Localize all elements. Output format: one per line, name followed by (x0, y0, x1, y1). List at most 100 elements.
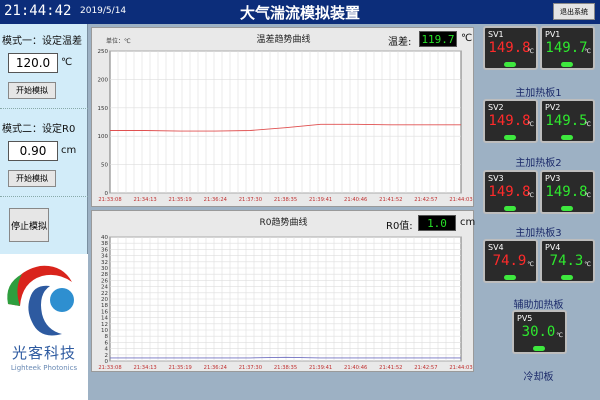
y-tick-label: 16 (101, 309, 108, 315)
x-tick-label: 21:39:41 (309, 197, 332, 203)
status-led-icon (504, 206, 516, 211)
stop-button[interactable]: 停止模拟 (9, 208, 49, 242)
r0-trend-chart: 024681012141618202224262830323436384021:… (98, 235, 472, 371)
group-label: 主加热板1 (515, 88, 562, 99)
x-tick-label: 21:33:08 (98, 197, 121, 203)
y-tick-label: 200 (98, 77, 109, 83)
app-title: 大气湍流模拟装置 (239, 4, 360, 22)
status-led-icon (504, 62, 516, 67)
group-label: 主加热板3 (515, 228, 562, 239)
status-led-icon (561, 206, 573, 211)
y-tick-label: 10 (101, 328, 108, 334)
x-tick-label: 21:42:57 (414, 365, 437, 371)
meter-label: PV1 (545, 30, 561, 39)
mode1-temp-input[interactable]: 120.0 (8, 53, 58, 73)
status-led-icon (561, 135, 573, 140)
status-led-icon (504, 135, 516, 140)
meter-unit: ℃ (527, 48, 534, 55)
y-tick-label: 18 (101, 303, 108, 309)
y-tick-label: 12 (101, 322, 108, 328)
header-bar: 21:44:42 2019/5/14 大气湍流模拟装置 退出系统 (0, 0, 600, 24)
sv4-meter: SV4 74.9 ℃ (483, 239, 538, 283)
mode2-label: 模式二：设定R0 (2, 124, 76, 135)
x-tick-label: 21:41:52 (379, 197, 402, 203)
plot-area (109, 50, 462, 194)
r0-unit: cm (460, 217, 476, 228)
y-tick-label: 2 (105, 353, 109, 359)
y-tick-label: 8 (105, 334, 109, 340)
sv2-meter: SV2 149.8 ℃ (483, 99, 538, 143)
r0-label: R0值: (386, 221, 413, 232)
meter-unit: ℃ (584, 192, 591, 199)
temp-diff-readout: 119.7 (419, 31, 457, 47)
x-tick-label: 21:40:46 (344, 197, 367, 203)
y-tick-label: 4 (105, 347, 109, 353)
meter-label: SV1 (488, 30, 504, 39)
status-led-icon (504, 275, 516, 280)
x-tick-label: 21:36:24 (204, 365, 228, 371)
mode1-unit: ℃ (61, 57, 73, 68)
exit-button[interactable]: 退出系统 (553, 3, 595, 20)
x-tick-label: 21:40:46 (344, 365, 367, 371)
sv1-meter: SV1 149.8 ℃ (483, 26, 538, 70)
x-tick-label: 21:42:57 (414, 197, 437, 203)
temp-trend-panel: 0 50 100 150 200 250 21:33:08 21:34:13 21:35:19 2… (91, 27, 474, 207)
y-tick-label: 150 (98, 106, 109, 112)
y-tick-label: 24 (101, 285, 108, 291)
pv2-meter: PV2 149.5 ℃ (540, 99, 595, 143)
x-tick-label: 21:34:13 (133, 365, 156, 371)
x-tick-label: 21:38:35 (274, 197, 297, 203)
y-tick-label: 34 (101, 254, 108, 260)
group-label: 冷却板 (523, 372, 554, 383)
status-led-icon (561, 275, 573, 280)
meter-unit: ℃ (584, 121, 591, 128)
chart1-title: 温差趋势曲线 (256, 35, 311, 45)
meter-label: PV2 (545, 103, 561, 112)
mode2-r0-input[interactable]: 0.90 (8, 141, 58, 161)
meter-label: SV4 (488, 243, 504, 252)
brand-name-en: Lighteek Photonics (10, 364, 78, 372)
meter-unit: ℃ (527, 192, 534, 199)
x-tick-label: 21:33:08 (98, 365, 121, 371)
meter-unit: ℃ (556, 332, 563, 339)
sv3-meter: SV3 149.8 ℃ (483, 170, 538, 214)
meter-label: SV2 (488, 103, 504, 112)
x-tick-label: 21:44:03 (449, 365, 472, 371)
x-tick-label: 21:38:35 (274, 365, 297, 371)
mode2-start-button[interactable]: 开始模拟 (8, 170, 56, 187)
meter-label: PV3 (545, 174, 561, 183)
divider (0, 196, 88, 197)
temp-trend-chart: 05010015020025021:33:08 21:34:13 21:35:19 2… (98, 49, 473, 203)
pv5-meter: PV5 30.0 ℃ (512, 310, 567, 354)
meter-panel: SV1 149.8 ℃ PV1 149.7 ℃ 主加热板1 SV2 149.8 … (477, 24, 600, 400)
y-tick-label: 20 (101, 297, 108, 303)
x-tick-label: 21:34:13 (133, 197, 156, 203)
temp-diff-unit: ℃ (461, 33, 473, 44)
x-tick-label: 21:44:03 (449, 197, 472, 203)
y-tick-label: 250 (98, 49, 109, 55)
x-tick-label: 21:35:19 (169, 197, 192, 203)
mode1-start-button[interactable]: 开始模拟 (8, 82, 56, 99)
divider (0, 108, 88, 109)
meter-label: PV4 (545, 243, 561, 252)
company-logo-icon (7, 265, 74, 336)
meter-unit: ℃ (584, 48, 591, 55)
x-tick-label: 21:35:19 (169, 365, 192, 371)
y-tick-label: 50 (101, 163, 108, 169)
status-led-icon (561, 62, 573, 67)
y-tick-label: 30 (101, 266, 108, 272)
x-tick-label: 21:37:30 (239, 197, 262, 203)
brand-name: 光客科技 (11, 344, 76, 362)
status-led-icon (533, 346, 545, 351)
x-tick-label: 21:39:41 (309, 365, 332, 371)
mode1-label: 模式一：设定温差 (2, 36, 82, 47)
y-tick-label: 40 (101, 235, 108, 241)
pv1-meter: PV1 149.7 ℃ (540, 26, 595, 70)
y-tick-label: 22 (101, 291, 108, 297)
pv4-meter: PV4 74.3 ℃ (540, 239, 595, 283)
y-tick-label: 36 (101, 247, 108, 253)
logo-area: 光客科技 Lighteek Photonics (0, 254, 88, 400)
r0-readout: 1.0 (418, 215, 456, 231)
group-label: 主加热板2 (515, 158, 562, 169)
group-label: 辅助加热板 (513, 300, 564, 311)
